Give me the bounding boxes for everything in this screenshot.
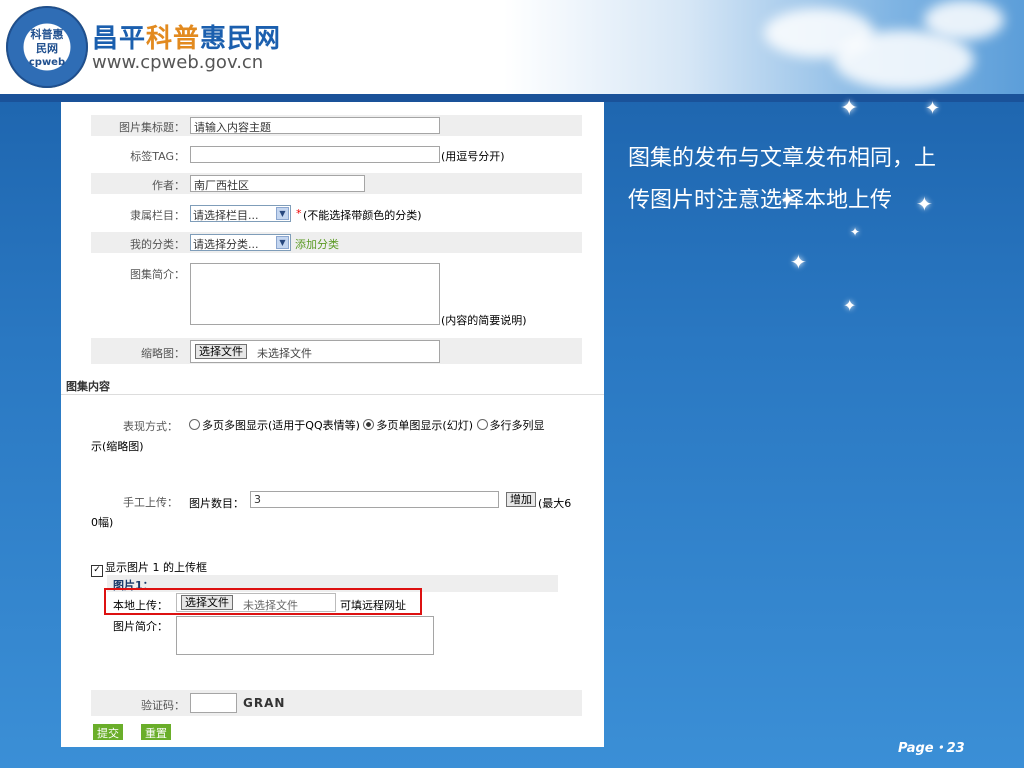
row-tag: 标签TAG： (用逗号分开): [91, 144, 582, 165]
highlight-box: [104, 588, 422, 615]
row-column: 隶属栏目： 请选择栏目... ▼ * (不能选择带颜色的分类): [91, 203, 582, 224]
thumb-choose-file-button[interactable]: 选择文件: [195, 344, 247, 359]
show-upload-checkbox[interactable]: ✓: [91, 565, 103, 577]
intro-textarea[interactable]: [190, 263, 440, 325]
author-label: 作者：: [152, 179, 185, 192]
chevron-down-icon: ▼: [276, 207, 289, 220]
tag-input[interactable]: [190, 146, 440, 163]
sparkle-icon: ✦: [843, 296, 857, 315]
mode-option3-cont: 示(缩略图): [91, 440, 144, 453]
mode-radio-multi[interactable]: [189, 419, 200, 430]
reset-button[interactable]: 重置: [141, 724, 171, 740]
tag-label: 标签TAG：: [130, 150, 185, 163]
title-input[interactable]: 请输入内容主题: [190, 117, 440, 134]
author-input[interactable]: 南厂西社区: [190, 175, 365, 192]
captcha-input[interactable]: [190, 693, 237, 713]
site-name[interactable]: 昌平科普惠民网: [92, 18, 281, 55]
row-intro: 图集简介： (内容的简要说明): [91, 262, 582, 327]
thumb-file-field: 选择文件 未选择文件: [190, 340, 440, 363]
column-hint: (不能选择带颜色的分类): [303, 209, 422, 222]
header-sky-background: [504, 0, 1024, 94]
mode-radio-slideshow[interactable]: [363, 419, 375, 430]
section-title: 图集内容: [66, 380, 110, 393]
header-band: [0, 94, 1024, 102]
count-label: 图片数目：: [189, 497, 244, 510]
row-author: 作者： 南厂西社区: [91, 173, 582, 194]
slide-note: 图集的发布与文章发布相同，上传图片时注意选择本地上传: [628, 146, 937, 213]
intro-hint: (内容的简要说明): [441, 314, 527, 327]
manual-label: 手工上传：: [123, 496, 178, 509]
site-url: www.cpweb.gov.cn: [92, 52, 264, 73]
site-header: 科普惠民网 cpweb 昌平科普惠民网 www.cpweb.gov.cn: [0, 0, 1024, 94]
publish-form-panel: 图片集标题： 请输入内容主题 标签TAG： (用逗号分开) 作者： 南厂西社区 …: [61, 102, 604, 747]
mode-radio-thumbnails[interactable]: [476, 419, 488, 430]
submit-button[interactable]: 提交: [93, 724, 123, 740]
thumb-file-status: 未选择文件: [257, 347, 312, 360]
pic-intro-label: 图片简介：: [113, 620, 168, 633]
captcha-label: 验证码：: [141, 699, 185, 712]
sparkle-icon: ✦: [925, 98, 941, 119]
count-input[interactable]: 3: [250, 491, 499, 508]
row-category: 我的分类： 请选择分类... ▼ 添加分类: [91, 232, 582, 253]
max-hint: (最大6: [538, 497, 572, 510]
row-captcha: 验证码： GRAN: [91, 690, 582, 716]
required-star: *: [296, 207, 302, 220]
row-thumb: 缩略图： 选择文件 未选择文件: [91, 338, 582, 364]
category-label: 我的分类：: [130, 238, 185, 251]
max-hint-cont: 0幅): [91, 516, 114, 529]
captcha-image[interactable]: GRAN: [243, 696, 285, 710]
pic-intro-textarea[interactable]: [176, 616, 434, 655]
logo-sub: cpweb: [28, 57, 66, 68]
sparkle-icon: ✦: [840, 96, 859, 121]
column-select[interactable]: 请选择栏目... ▼: [190, 205, 291, 222]
mode-options: 多页多图显示(适用于QQ表情等) 多页单图显示(幻灯) 多行多列显: [189, 417, 545, 433]
row-title: 图片集标题： 请输入内容主题: [91, 115, 582, 136]
mode-label: 表现方式：: [123, 420, 178, 433]
tag-hint: (用逗号分开): [441, 150, 505, 163]
chevron-down-icon: ▼: [276, 236, 289, 249]
logo-text: 科普惠民网: [30, 28, 64, 55]
thumb-label: 缩略图：: [141, 347, 185, 360]
intro-label: 图集简介：: [130, 268, 185, 281]
category-select[interactable]: 请选择分类... ▼: [190, 234, 291, 251]
section-divider: [61, 394, 604, 395]
column-label: 隶属栏目：: [130, 209, 185, 222]
title-label: 图片集标题：: [119, 121, 185, 134]
add-count-button[interactable]: 增加: [506, 492, 536, 507]
add-category-link[interactable]: 添加分类: [295, 236, 339, 252]
site-logo[interactable]: 科普惠民网 cpweb: [6, 6, 88, 88]
sparkle-icon: ✦: [790, 250, 807, 274]
page-number: Page・23: [898, 741, 965, 756]
sparkle-icon: ✦: [850, 225, 861, 239]
